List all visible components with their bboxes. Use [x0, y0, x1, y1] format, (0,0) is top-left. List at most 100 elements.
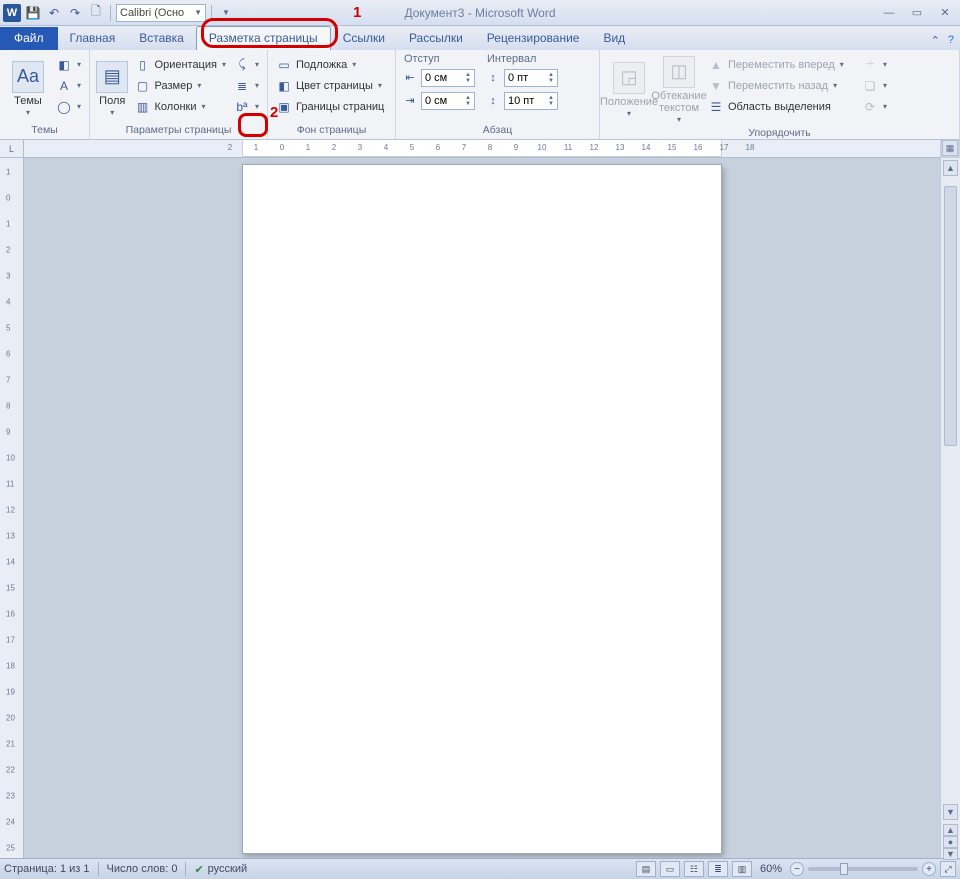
view-print-layout[interactable]: ▤: [636, 861, 656, 877]
group-page-setup: ▤ Поля ▾ ▯Ориентация▾ ▢Размер▾ ▥Колонки▾…: [90, 50, 268, 139]
view-full-screen[interactable]: ▭: [660, 861, 680, 877]
ruler-tick: 20: [6, 714, 15, 723]
page[interactable]: [242, 164, 722, 854]
size-button[interactable]: ▢Размер▾: [133, 75, 228, 96]
watermark-button[interactable]: ▭Подложка▾: [274, 54, 389, 75]
zoom-in-button[interactable]: +: [922, 862, 936, 876]
page-color-button[interactable]: ◧Цвет страницы▾: [274, 75, 389, 96]
page-borders-button[interactable]: ▣Границы страниц: [274, 96, 389, 117]
scroll-down-button[interactable]: ▼: [943, 804, 958, 820]
save-icon[interactable]: 💾: [24, 4, 42, 22]
theme-effects-button[interactable]: ◯▾: [54, 96, 83, 117]
position-button: ◲ Положение ▾: [606, 52, 652, 125]
ribbon-minimize-icon[interactable]: ⌃: [931, 34, 940, 47]
browse-object-button[interactable]: ●: [943, 836, 958, 848]
chevron-down-icon: ▾: [110, 109, 114, 118]
close-button[interactable]: ✕: [934, 5, 956, 21]
rotate-icon: ⟳: [862, 99, 878, 115]
proofing-icon[interactable]: ✔: [194, 863, 203, 876]
line-numbers-icon: ≣: [234, 78, 250, 94]
line-numbers-button[interactable]: ≣▾: [232, 75, 261, 96]
ruler-tick: 2: [332, 143, 336, 152]
qat-customize-icon[interactable]: ▼: [217, 4, 235, 22]
ruler-tick: 10: [6, 454, 15, 463]
wrap-text-button: ◫ Обтекание текстом ▾: [656, 52, 702, 125]
view-draft[interactable]: ▥: [732, 861, 752, 877]
ruler-corner[interactable]: L: [0, 140, 24, 158]
ruler-tick: 14: [642, 143, 651, 152]
breaks-button[interactable]: ⤹▾: [232, 54, 261, 75]
zoom-slider[interactable]: [808, 867, 918, 871]
theme-fonts-button[interactable]: A▾: [54, 75, 83, 96]
ruler-tick: 13: [6, 532, 15, 541]
vertical-ruler[interactable]: 2101234567891011121314151617181920212223…: [0, 158, 24, 858]
tab-review[interactable]: Рецензирование: [475, 27, 592, 50]
help-icon[interactable]: ?: [948, 34, 954, 47]
ruler-toggle-button[interactable]: ▦: [942, 140, 958, 156]
columns-icon: ▥: [135, 99, 151, 115]
position-icon: ◲: [613, 62, 645, 94]
ruler-tick: 18: [746, 143, 755, 152]
tab-view[interactable]: Вид: [591, 27, 637, 50]
status-page[interactable]: Страница: 1 из 1: [4, 863, 90, 875]
chevron-down-icon: ▾: [627, 110, 631, 119]
tab-page-layout[interactable]: Разметка страницы: [196, 26, 331, 50]
status-language[interactable]: русский: [208, 863, 247, 875]
theme-colors-button[interactable]: ◧▾: [54, 54, 83, 75]
vertical-scrollbar[interactable]: ▲ ▼ ▲ ● ▼: [940, 158, 960, 858]
hyphenation-button[interactable]: bª▾: [232, 96, 261, 117]
next-page-button[interactable]: ▼: [943, 848, 958, 860]
horizontal-ruler[interactable]: 210123456789101112131415161718: [24, 140, 940, 158]
watermark-icon: ▭: [276, 57, 292, 73]
ruler-tick: 5: [6, 324, 10, 333]
spacing-after-spinner[interactable]: ↕ 10 пт▲▼: [485, 90, 558, 111]
group-title-paragraph: Абзац: [402, 122, 593, 139]
effects-icon: ◯: [56, 99, 72, 115]
chevron-down-icon: ▾: [677, 116, 681, 125]
zoom-level[interactable]: 60%: [760, 863, 782, 875]
status-words[interactable]: Число слов: 0: [107, 863, 178, 875]
ruler-tick: 12: [590, 143, 599, 152]
minimize-button[interactable]: —: [878, 5, 900, 21]
font-combo[interactable]: Calibri (Осно ▼: [116, 4, 206, 22]
colors-icon: ◧: [56, 57, 72, 73]
tab-references[interactable]: Ссылки: [331, 27, 397, 50]
selection-pane-button[interactable]: ☰Область выделения: [706, 96, 856, 117]
maximize-button[interactable]: ▭: [906, 5, 928, 21]
tab-file[interactable]: Файл: [0, 27, 58, 50]
spacing-after-icon: ↕: [485, 93, 501, 109]
zoom-slider-thumb[interactable]: [840, 863, 848, 875]
tab-mailings[interactable]: Рассылки: [397, 27, 475, 50]
fonts-icon: A: [56, 78, 72, 94]
view-outline[interactable]: ≣: [708, 861, 728, 877]
orientation-button[interactable]: ▯Ориентация▾: [133, 54, 228, 75]
columns-button[interactable]: ▥Колонки▾: [133, 96, 228, 117]
zoom-out-button[interactable]: −: [790, 862, 804, 876]
ruler-tick: 9: [514, 143, 518, 152]
new-doc-icon[interactable]: 🗋: [87, 4, 105, 22]
scroll-up-button[interactable]: ▲: [943, 160, 958, 176]
spacing-before-spinner[interactable]: ↕ 0 пт▲▼: [485, 67, 558, 88]
group-title-page-bg: Фон страницы: [274, 122, 389, 139]
scroll-thumb[interactable]: [944, 186, 957, 446]
document-canvas[interactable]: [24, 158, 940, 858]
group-title-page-setup: Параметры страницы: [96, 122, 261, 139]
rotate-button: ⟳▾: [860, 96, 889, 117]
zoom-fit-button[interactable]: ⤢: [940, 861, 956, 877]
align-icon: 🞡: [862, 57, 878, 73]
ruler-tick: 7: [462, 143, 466, 152]
ruler-tick: 14: [6, 558, 15, 567]
spacing-before-icon: ↕: [485, 70, 501, 86]
margins-button[interactable]: ▤ Поля ▾: [96, 52, 129, 122]
tab-home[interactable]: Главная: [58, 27, 128, 50]
themes-button[interactable]: Aa Темы ▾: [6, 52, 50, 122]
tab-insert[interactable]: Вставка: [127, 27, 196, 50]
indent-left-spinner[interactable]: ⇤ 0 см▲▼: [402, 67, 475, 88]
redo-icon[interactable]: ↷: [66, 4, 84, 22]
ruler-tick: 10: [538, 143, 547, 152]
view-web-layout[interactable]: ☷: [684, 861, 704, 877]
indent-right-spinner[interactable]: ⇥ 0 см▲▼: [402, 90, 475, 111]
prev-page-button[interactable]: ▲: [943, 824, 958, 836]
ruler-tick: 8: [488, 143, 492, 152]
undo-icon[interactable]: ↶: [45, 4, 63, 22]
